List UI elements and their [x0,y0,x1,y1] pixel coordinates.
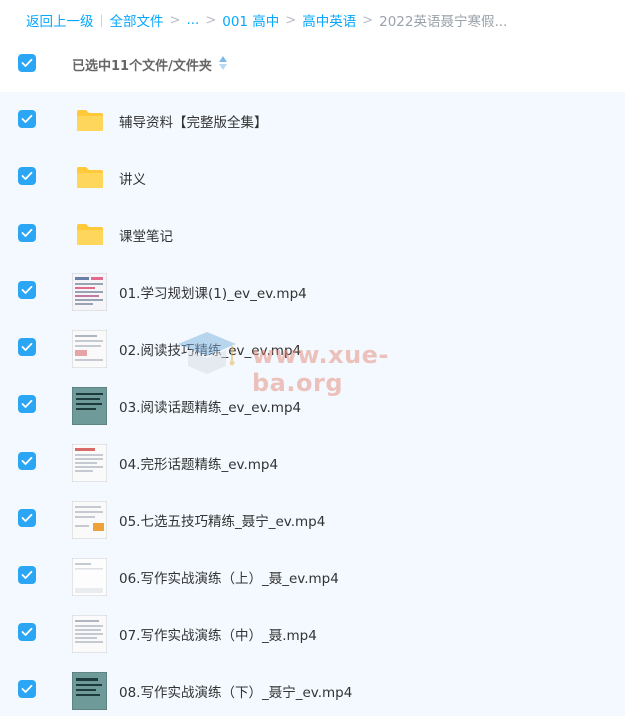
folder-icon [77,167,103,188]
file-list: 辅导资料【完整版全集】 讲义课堂笔记 01.学习规划课(1)_ev_ev.mp4 02… [0,92,625,716]
breadcrumb-level2[interactable]: 高中英语 [302,10,356,30]
folder-row[interactable]: 课堂笔记 [0,206,625,263]
sort-icon[interactable] [218,55,228,71]
row-checkbox[interactable] [18,110,36,128]
file-row[interactable]: 02.阅读技巧精练_ev_ev.mp4 [0,320,625,377]
row-checkbox[interactable] [18,395,36,413]
selection-count: 已选中11个文件/文件夹 [72,59,212,74]
file-name[interactable]: 01.学习规划课(1)_ev_ev.mp4 [119,282,307,302]
video-thumbnail [72,273,107,311]
file-name[interactable]: 03.阅读话题精练_ev_ev.mp4 [119,396,301,416]
video-thumbnail [72,387,107,425]
chevron-right-icon: > [285,12,297,28]
chevron-right-icon: > [362,12,374,28]
breadcrumb-level1[interactable]: 001 高中 [222,10,279,30]
check-icon [21,627,33,636]
row-checkbox[interactable] [18,566,36,584]
chevron-right-icon: > [169,12,181,28]
row-checkbox[interactable] [18,680,36,698]
check-icon [21,285,33,294]
folder-icon [77,224,103,245]
video-thumbnail [72,672,107,710]
row-checkbox[interactable] [18,623,36,641]
row-checkbox[interactable] [18,509,36,527]
row-checkbox[interactable] [18,167,36,185]
check-icon [21,684,33,693]
check-icon [21,171,33,180]
file-row[interactable]: 01.学习规划课(1)_ev_ev.mp4 [0,263,625,320]
select-all-checkbox[interactable] [18,54,36,72]
file-name[interactable]: 05.七选五技巧精练_聂宁_ev.mp4 [119,510,325,530]
file-name[interactable]: 辅导资料【完整版全集】 [119,111,268,131]
breadcrumb: 返回上一级 | 全部文件 > ... > 001 高中 > 高中英语 > 202… [26,10,507,30]
file-name[interactable]: 04.完形话题精练_ev.mp4 [119,453,278,473]
file-name[interactable]: 课堂笔记 [119,225,173,245]
file-row[interactable]: 07.写作实战演练（中）_聂.mp4 [0,605,625,662]
check-icon [21,456,33,465]
file-name[interactable]: 02.阅读技巧精练_ev_ev.mp4 [119,339,301,359]
file-row[interactable]: 06.写作实战演练（上）_聂_ev.mp4 [0,548,625,605]
row-checkbox[interactable] [18,224,36,242]
breadcrumb-divider: | [99,13,104,27]
folder-row[interactable]: 讲义 [0,149,625,206]
check-icon [21,570,33,579]
video-thumbnail [72,615,107,653]
video-thumbnail [72,501,107,539]
file-row[interactable]: 05.七选五技巧精练_聂宁_ev.mp4 [0,491,625,548]
check-icon [21,399,33,408]
check-icon [21,228,33,237]
file-name[interactable]: 06.写作实战演练（上）_聂_ev.mp4 [119,567,339,587]
check-icon [21,58,33,67]
breadcrumb-all-files[interactable]: 全部文件 [110,10,164,30]
breadcrumb-current: 2022英语聂宁寒假... [379,14,508,30]
check-icon [21,513,33,522]
row-checkbox[interactable] [18,338,36,356]
file-name[interactable]: 07.写作实战演练（中）_聂.mp4 [119,624,317,644]
file-row[interactable]: 03.阅读话题精练_ev_ev.mp4 [0,377,625,434]
chevron-right-icon: > [205,12,217,28]
back-link[interactable]: 返回上一级 [26,10,94,30]
file-row[interactable]: 04.完形话题精练_ev.mp4 [0,434,625,491]
video-thumbnail [72,444,107,482]
video-thumbnail [72,330,107,368]
file-name[interactable]: 讲义 [119,168,146,188]
video-thumbnail [72,558,107,596]
folder-icon [77,110,103,131]
check-icon [21,114,33,123]
file-name[interactable]: 08.写作实战演练（下）_聂宁_ev.mp4 [119,681,352,701]
breadcrumb-ellipsis[interactable]: ... [186,12,199,28]
row-checkbox[interactable] [18,452,36,470]
row-checkbox[interactable] [18,281,36,299]
check-icon [21,342,33,351]
folder-row[interactable]: 辅导资料【完整版全集】 [0,92,625,149]
file-row[interactable]: 08.写作实战演练（下）_聂宁_ev.mp4 [0,662,625,716]
list-header: 已选中11个文件/文件夹 [0,38,625,88]
